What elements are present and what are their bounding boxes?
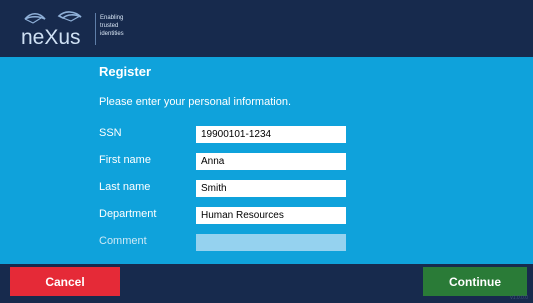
last-name-input[interactable]: Smith	[196, 180, 346, 197]
continue-button[interactable]: Continue	[423, 267, 527, 296]
cancel-button[interactable]: Cancel	[10, 267, 120, 296]
page-subtitle: Please enter your personal information.	[99, 96, 291, 108]
logo-text: neXus	[21, 26, 81, 49]
ssn-label: SSN	[99, 127, 122, 139]
comment-input	[196, 234, 346, 251]
first-name-input[interactable]: Anna	[196, 153, 346, 170]
register-screen: neXus Enabling trusted identities Regist…	[0, 0, 533, 303]
nexus-logo: neXus	[21, 11, 82, 49]
page-title: Register	[99, 64, 152, 79]
last-name-label: Last name	[99, 181, 151, 193]
ssn-input[interactable]: 19900101-1234	[196, 126, 346, 143]
department-label: Department	[99, 208, 157, 220]
version-label: v1.0.0.0	[510, 295, 528, 301]
logo-tagline: Enabling trusted identities	[100, 15, 124, 37]
comment-label: Comment	[99, 235, 147, 247]
header-bar: neXus Enabling trusted identities	[0, 0, 533, 57]
department-input[interactable]: Human Resources	[196, 207, 346, 224]
logo-divider	[95, 13, 96, 45]
first-name-label: First name	[99, 154, 151, 166]
